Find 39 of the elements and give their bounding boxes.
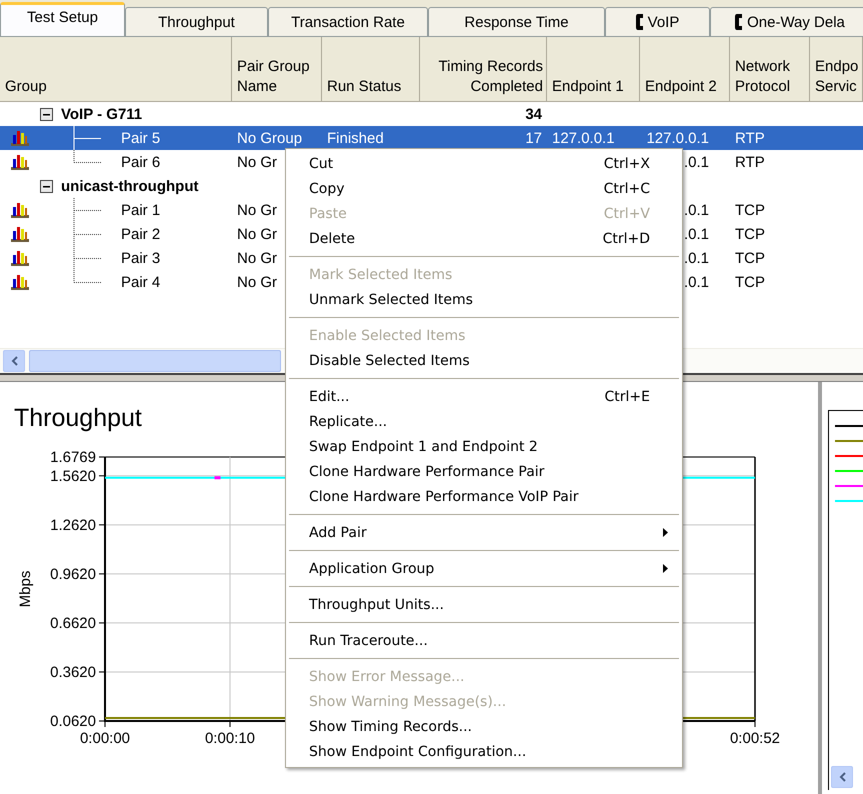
group-name: unicast-throughput — [61, 178, 198, 194]
y-tick-label: 1.5620 — [50, 468, 96, 485]
table-cell-text: .0.1 — [682, 274, 710, 290]
table-cell-text: No Gr — [236, 226, 278, 242]
table-cell-text: 127.0.0.1 — [645, 130, 710, 146]
table-cell-text: 34 — [524, 106, 543, 122]
chart-title: Throughput — [14, 404, 142, 434]
y-tick-label: 0.9620 — [50, 566, 96, 583]
y-tick-label: 1.6769 — [50, 449, 96, 466]
table-cell-text: 17 — [524, 130, 543, 146]
y-tick-label: 1.2620 — [50, 516, 96, 534]
table-cell-text: TCP — [734, 250, 766, 266]
table-cell-text: No Gr — [236, 250, 278, 266]
y-axis-label: Mbps — [17, 570, 34, 608]
table-cell-text: No Gr — [236, 274, 278, 290]
table-cell-text: No Gr — [236, 202, 278, 218]
table-cell-text: Finished — [326, 130, 385, 146]
pair-name: Pair 5 — [120, 130, 162, 146]
table-cell-text: .0.1 — [682, 250, 710, 266]
x-tick-label: 0:00:10 — [204, 730, 256, 747]
table-cell-text: TCP — [734, 274, 766, 290]
pair-name: Pair 6 — [120, 154, 162, 170]
y-tick-label: 0.3620 — [50, 664, 96, 681]
table-cell-text: RTP — [734, 130, 766, 146]
x-tick-label: 0:00:52 — [730, 730, 780, 747]
table-cell-text: No Gr — [236, 154, 278, 170]
table-cell-text: TCP — [734, 226, 766, 242]
y-tick-label: 0.0620 — [50, 713, 96, 730]
pair-name: Pair 2 — [120, 226, 162, 242]
pair-name: Pair 3 — [120, 250, 162, 266]
table-cell-text: TCP — [734, 202, 766, 218]
pair-name: Pair 1 — [120, 202, 162, 218]
group-name: VoIP - G711 — [61, 106, 142, 122]
y-tick-label: 0.6620 — [50, 614, 96, 632]
table-cell-text: RTP — [734, 154, 766, 170]
pair-name: Pair 4 — [120, 274, 162, 290]
table-cell-text: No Group — [236, 130, 304, 146]
x-tick-label: 0:00:00 — [80, 730, 130, 747]
table-cell-text: 127.0.0.1 — [551, 130, 616, 146]
